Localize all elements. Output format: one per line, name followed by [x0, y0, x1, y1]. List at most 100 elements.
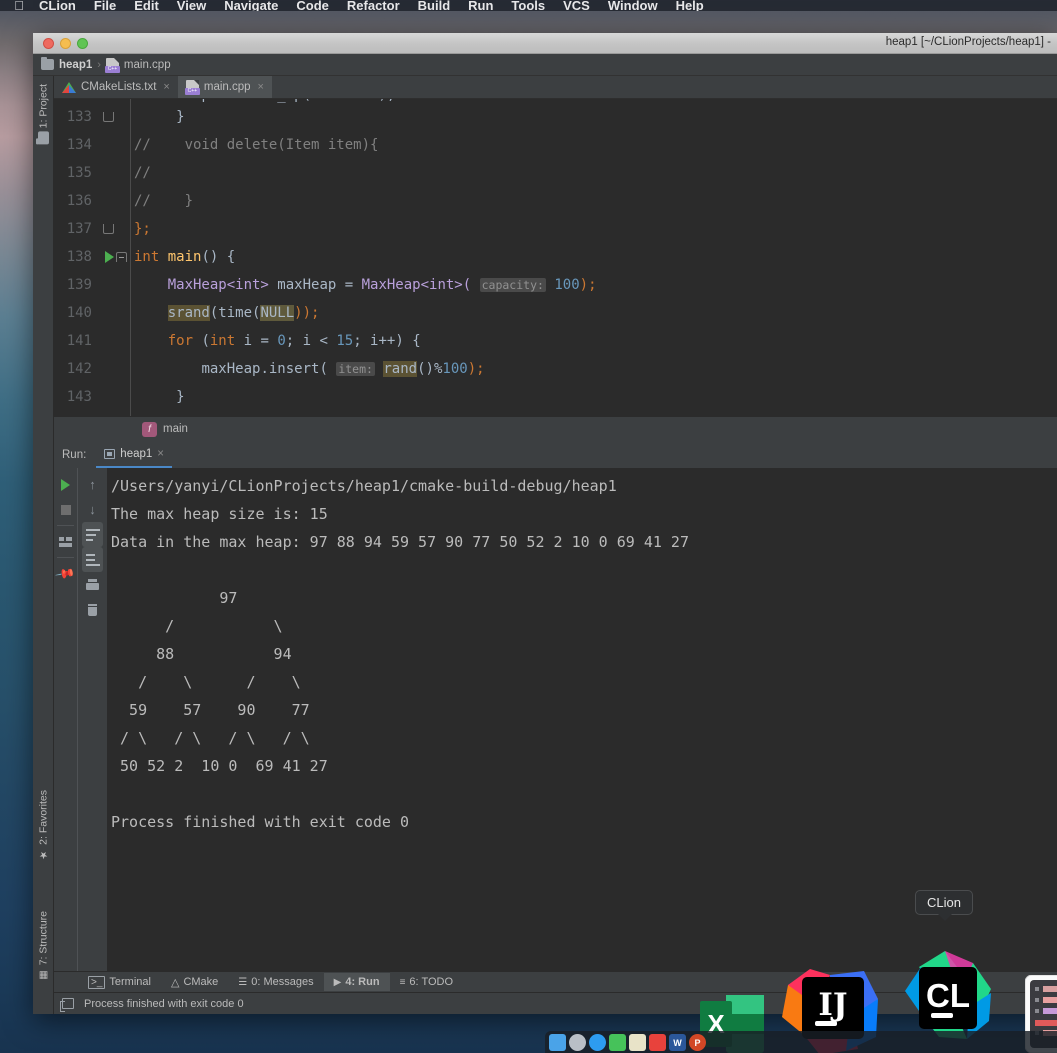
menu-item-build[interactable]: Build: [409, 0, 460, 11]
menu-item-tools[interactable]: Tools: [502, 0, 554, 11]
minimize-window-button[interactable]: [60, 37, 71, 49]
star-icon: ★: [38, 849, 49, 860]
calendar-icon[interactable]: [649, 1034, 666, 1051]
code-text-133: }: [176, 109, 185, 125]
run-gutter-icon[interactable]: [105, 251, 114, 263]
gutter: [100, 243, 130, 271]
safari-icon[interactable]: [589, 1034, 606, 1051]
maps-icon[interactable]: [629, 1034, 646, 1051]
run-toolwindow: Run: heap1 × 📌 ↑ ↓ /Users/yanyi/CLionPro…: [54, 441, 1057, 971]
tab-close-icon[interactable]: ×: [163, 81, 169, 93]
code-line-141: 141 for (int i = 0; i < 15; i++) {: [54, 327, 1057, 355]
scroll-to-end-button[interactable]: [82, 547, 103, 572]
gutter: [100, 299, 130, 327]
tab-close-icon[interactable]: ×: [258, 81, 264, 93]
svg-text:IJ: IJ: [818, 987, 847, 1023]
scroll-to-end-icon: [85, 553, 100, 566]
console-line-path: /Users/yanyi/CLionProjects/heap1/cmake-b…: [111, 477, 617, 495]
line-number: 141: [66, 333, 92, 349]
maximize-window-button[interactable]: [77, 37, 88, 49]
run-toolbar-left: 📌: [54, 468, 77, 971]
toggle-sidebar-icon[interactable]: [60, 998, 74, 1012]
menu-item-view[interactable]: View: [168, 0, 215, 11]
stop-icon: [60, 504, 71, 515]
fold-close-icon[interactable]: [103, 224, 114, 234]
next-occurrence-button[interactable]: ↓: [82, 497, 103, 522]
bottom-tab-cmake-label: CMake: [183, 976, 219, 988]
line-number: 134: [66, 137, 92, 153]
fold-close-icon[interactable]: [103, 112, 114, 122]
menu-item-help[interactable]: Help: [667, 0, 713, 11]
console-tree-row-7: 50 52 2 10 0 69 41 27: [111, 757, 328, 775]
gutter: [100, 271, 130, 299]
line-number: 140: [66, 305, 92, 321]
breadcrumb-file[interactable]: main.cpp: [124, 59, 171, 71]
todo-list-icon: ≡: [399, 976, 406, 988]
close-window-button[interactable]: [43, 37, 54, 49]
launchpad-icon[interactable]: [569, 1034, 586, 1051]
gutter: [100, 187, 130, 215]
project-folder-icon: [38, 131, 49, 145]
layout-button[interactable]: [55, 529, 76, 554]
bottom-tab-todo-label: 6: TODO: [409, 976, 454, 988]
menu-item-edit[interactable]: Edit: [125, 0, 168, 11]
pin-tab-button[interactable]: 📌: [55, 561, 77, 586]
tab-cmakelists[interactable]: CMakeLists.txt ×: [54, 76, 178, 98]
menu-item-code[interactable]: Code: [287, 0, 338, 11]
menu-item-refactor[interactable]: Refactor: [338, 0, 409, 11]
line-number: 142: [66, 361, 92, 377]
soft-wrap-button[interactable]: [82, 522, 103, 547]
menu-item-file[interactable]: File: [85, 0, 125, 11]
console-icon: [104, 448, 116, 459]
window-titlebar[interactable]: heap1 [~/CLionProjects/heap1] -: [33, 33, 1057, 54]
sidebar-item-structure[interactable]: ▦ 7: Structure: [33, 907, 54, 984]
console-line-data: Data in the max heap: 97 88 94 59 57 90 …: [111, 533, 689, 551]
menu-item-window[interactable]: Window: [599, 0, 667, 11]
print-button[interactable]: [82, 572, 103, 597]
function-badge-icon: f: [142, 421, 157, 437]
finder-icon[interactable]: [549, 1034, 566, 1051]
breadcrumb-project[interactable]: heap1: [59, 59, 92, 71]
prev-occurrence-button[interactable]: ↑: [82, 472, 103, 497]
run-tab-heap1[interactable]: heap1 ×: [96, 441, 172, 468]
editor-tabbar: CMakeLists.txt × main.cpp ×: [54, 76, 1057, 99]
macos-menubar:  CLion File Edit View Navigate Code Ref…: [0, 0, 1057, 11]
code-text-143: }: [176, 389, 185, 405]
menu-item-navigate[interactable]: Navigate: [215, 0, 287, 11]
sidebar-item-project-label: 1: Project: [37, 84, 50, 129]
menu-item-clion[interactable]: CLion: [30, 0, 85, 11]
bottom-tab-terminal[interactable]: >_ Terminal: [78, 973, 161, 992]
bottom-tab-todo[interactable]: ≡ 6: TODO: [390, 973, 463, 991]
facetime-icon[interactable]: [609, 1034, 626, 1051]
powerpoint-icon[interactable]: P: [689, 1034, 706, 1051]
code-line-134: 134 // void delete(Item item){: [54, 131, 1057, 159]
run-tab-close-icon[interactable]: ×: [157, 448, 164, 460]
fold-open-icon[interactable]: [116, 252, 127, 262]
sidebar-item-favorites[interactable]: ★ 2: Favorites: [33, 786, 54, 864]
code-text-142: maxHeap.insert( item: rand()%100);: [201, 361, 485, 377]
gutter: [100, 131, 130, 159]
code-editor[interactable]: 132 percolate_up( count ); 133 } 134 // …: [54, 99, 1057, 416]
clion-icon[interactable]: CL: [895, 945, 995, 1045]
svg-text:CL: CL: [926, 977, 970, 1014]
tab-main-cpp[interactable]: main.cpp ×: [177, 76, 272, 98]
folder-icon: [41, 57, 54, 70]
cpp-file-icon: [184, 80, 200, 95]
run-body: 📌 ↑ ↓ /Users/yanyi/CLionProjects/heap1/c…: [54, 468, 1057, 971]
bottom-tab-cmake[interactable]: △ CMake: [161, 973, 228, 992]
rerun-button[interactable]: [55, 472, 76, 497]
bottom-tab-run[interactable]: ▶ 4: Run: [323, 973, 390, 991]
bottom-tab-messages[interactable]: ☰ 0: Messages: [228, 973, 323, 991]
line-number: 135: [66, 165, 92, 181]
apple-menu-icon[interactable]: : [8, 0, 30, 11]
word-icon[interactable]: W: [669, 1034, 686, 1051]
nav-function-name[interactable]: main: [163, 423, 188, 435]
breadcrumb-separator: ›: [97, 58, 101, 71]
sidebar-item-project[interactable]: 1: Project: [33, 80, 54, 147]
structure-icon: ▦: [38, 969, 49, 980]
code-line-139: 139 MaxHeap<int> maxHeap = MaxHeap<int>(…: [54, 271, 1057, 299]
stop-button[interactable]: [55, 497, 76, 522]
clear-all-button[interactable]: [82, 597, 103, 622]
menu-item-run[interactable]: Run: [459, 0, 502, 11]
menu-item-vcs[interactable]: VCS: [554, 0, 599, 11]
